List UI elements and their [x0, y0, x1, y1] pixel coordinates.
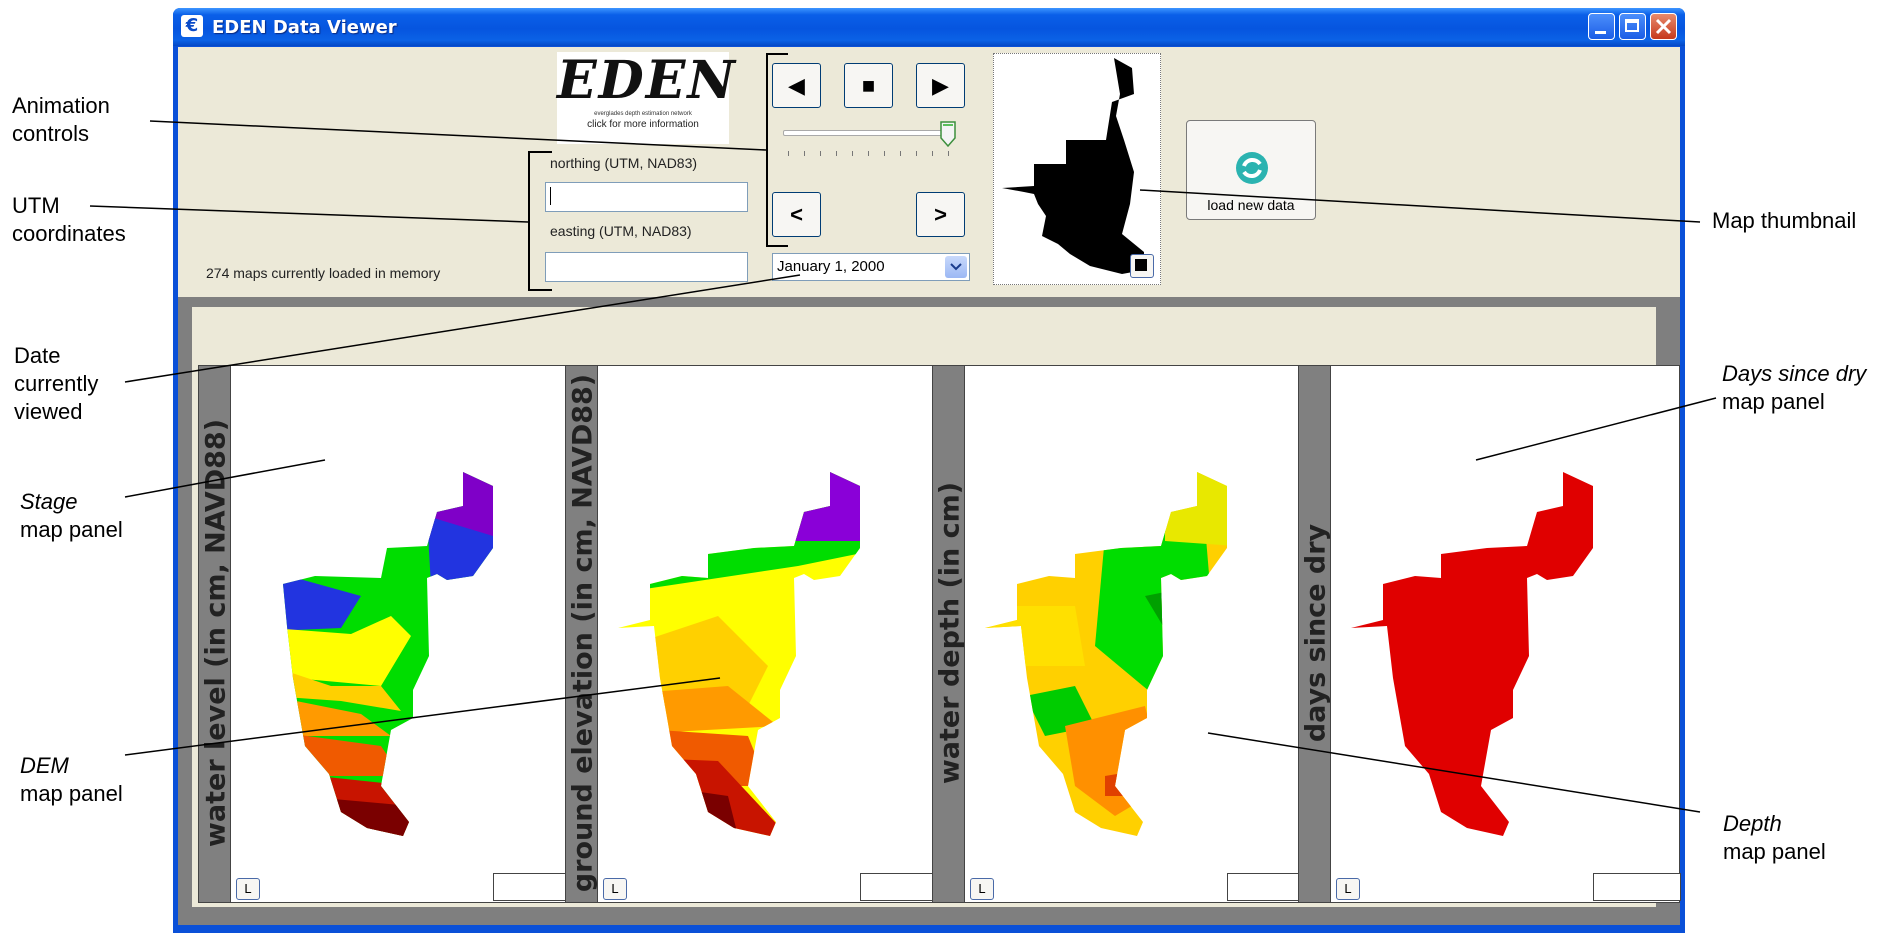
- annotation-stage: Stage map panel: [20, 489, 123, 542]
- annotation-lines: [89, 120, 1717, 813]
- annotation-thumbnail: Map thumbnail: [1712, 208, 1857, 233]
- annotation-animation-controls: Animation controls: [12, 93, 110, 146]
- annotation-dem: DEM map panel: [20, 753, 123, 806]
- annotation-utm: UTM coordinates: [12, 193, 126, 246]
- annotation-date: Date currently viewed: [14, 343, 99, 424]
- annotation-depth: Depth map panel: [1723, 811, 1826, 864]
- annotation-days-since-dry: Days since dry map panel: [1722, 361, 1867, 414]
